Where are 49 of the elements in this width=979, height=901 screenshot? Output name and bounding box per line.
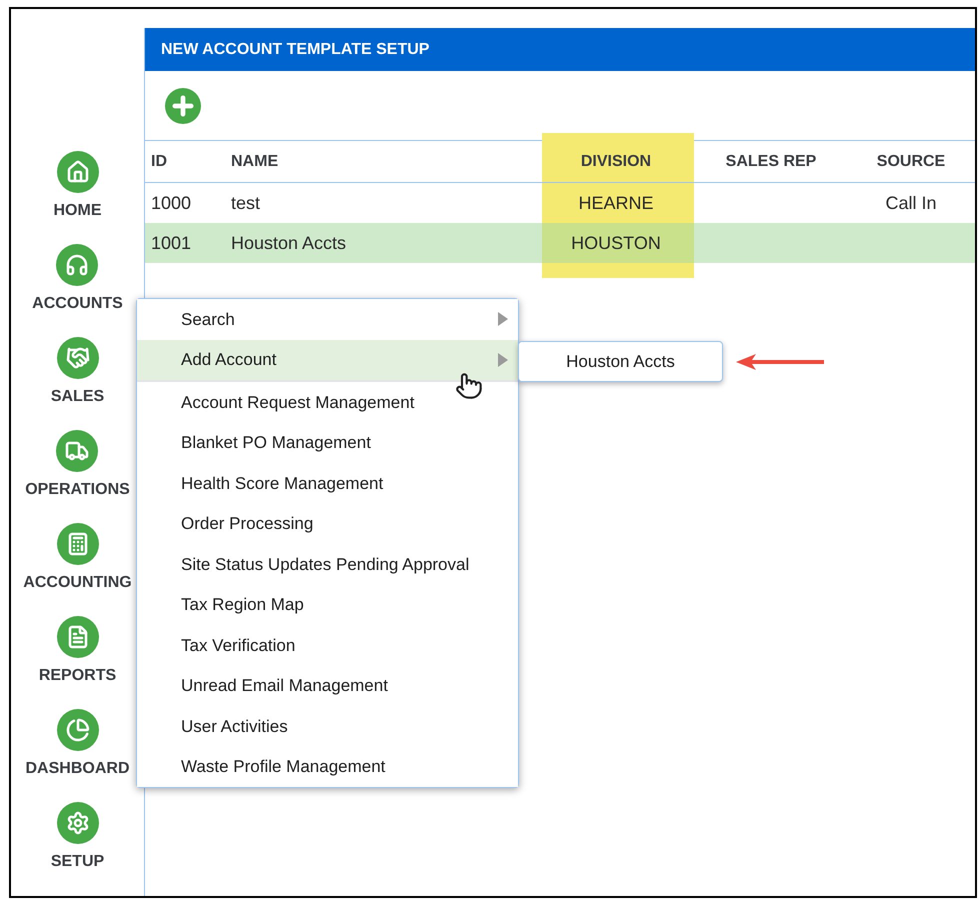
table-cell: HOUSTON [571, 232, 661, 252]
nav-label[interactable]: REPORTS [38, 664, 116, 688]
arrow-icon [736, 352, 824, 372]
submenu-item[interactable]: Houston Accts [519, 348, 722, 374]
menu-item[interactable]: Blanket PO Management [137, 422, 518, 463]
nav-label[interactable]: SALES [50, 385, 104, 409]
chart-icon [56, 709, 98, 751]
table-row[interactable]: 1000 test HEARNE Call In [145, 183, 975, 223]
menu-item[interactable]: Waste Profile Management [137, 746, 518, 787]
table-cell: test [231, 192, 260, 212]
calculator-icon [56, 523, 98, 565]
headset-icon [56, 244, 98, 286]
nav-label[interactable]: HOME [54, 199, 102, 223]
hand-cursor-icon [455, 372, 483, 400]
table-row[interactable]: 1001 Houston Accts HOUSTON [145, 223, 975, 263]
menu-item[interactable]: Tax Verification [137, 625, 518, 666]
nav-label[interactable]: DASHBOARD [26, 757, 130, 781]
table-cell: 1000 [151, 192, 192, 212]
menu-item[interactable]: Search [137, 299, 518, 340]
house-icon [56, 151, 98, 193]
nav-label[interactable]: OPERATIONS [25, 478, 130, 502]
panel-title: NEW ACCOUNT TEMPLATE SETUP [161, 40, 430, 60]
document-icon [56, 616, 98, 658]
submenu-arrow-icon [498, 352, 508, 367]
menu-item[interactable]: Site Status Updates Pending Approval [137, 544, 518, 584]
menu-item[interactable]: User Activities [137, 706, 518, 746]
menu-item[interactable]: Tax Region Map [137, 584, 518, 625]
column-header: ID [150, 152, 168, 172]
table-cell: HEARNE [578, 192, 654, 212]
add-button[interactable] [165, 88, 201, 124]
nav-label[interactable]: SETUP [50, 850, 104, 874]
settings-icon [56, 802, 98, 844]
column-header: NAME [230, 152, 280, 172]
column-header: DIVISION [580, 152, 652, 172]
handshake-icon [56, 337, 98, 379]
column-header: SOURCE [876, 152, 946, 172]
truck-icon [56, 430, 98, 472]
menu-item[interactable]: Account Request Management [137, 382, 518, 422]
nav-label[interactable]: ACCOUNTING [23, 571, 132, 595]
column-header: SALES REP [724, 152, 818, 172]
table-cell: 1001 [151, 232, 192, 252]
menu-item[interactable]: Order Processing [137, 504, 518, 544]
menu-item[interactable]: Unread Email Management [137, 666, 518, 706]
submenu-arrow-icon [498, 312, 508, 326]
menu-item[interactable]: Health Score Management [137, 463, 518, 504]
table-cell: Houston Accts [231, 232, 346, 252]
table-cell: Call In [885, 192, 937, 212]
menu-item[interactable]: Add Account [137, 340, 518, 380]
nav-label[interactable]: ACCOUNTS [32, 292, 123, 316]
